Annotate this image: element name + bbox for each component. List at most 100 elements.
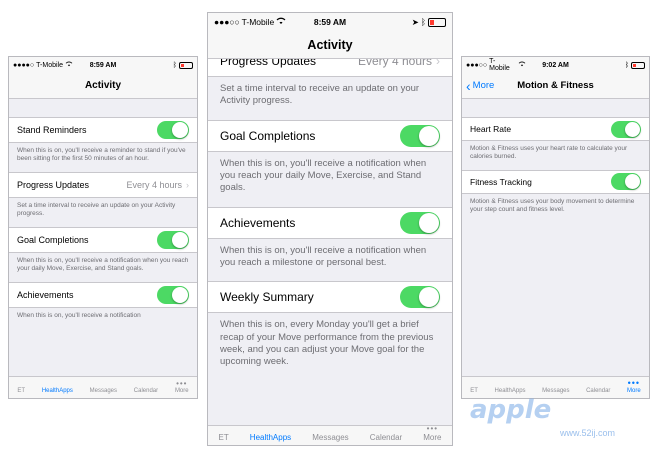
battery-icon [179, 61, 193, 69]
tab-calendar[interactable]: Calendar [370, 433, 402, 442]
achievements-row[interactable]: Achievements [9, 281, 197, 308]
tab-et[interactable]: ET [219, 433, 229, 442]
watermark-url: www.52ij.com [560, 428, 616, 438]
goal-completions-row[interactable]: Goal Completions [208, 119, 452, 152]
wifi-icon [518, 61, 526, 69]
row-label: Achievements [220, 215, 296, 230]
battery-icon [631, 61, 646, 69]
row-footer: When this is on, every Monday you'll get… [220, 319, 434, 368]
back-chevron-icon: ‹ [466, 77, 471, 94]
goal-completions-switch[interactable] [400, 124, 440, 147]
heart-rate-row[interactable]: Heart Rate [462, 117, 649, 141]
heart-rate-switch[interactable] [611, 120, 641, 138]
tab-messages[interactable]: Messages [312, 433, 348, 442]
row-footer: Set a time interval to receive an update… [220, 83, 420, 107]
row-label: Heart Rate [470, 124, 512, 134]
row-label: Stand Reminders [17, 125, 87, 135]
row-value: Every 4 hours [126, 179, 182, 190]
progress-updates-row[interactable]: Progress Updates Every 4 hours › [9, 171, 197, 198]
status-bar: ●●●○○ T-Mobile 8:59 AM ➤ ᛒ [208, 13, 452, 31]
fitness-tracking-row[interactable]: Fitness Tracking [462, 169, 649, 194]
tab-et[interactable]: ET [470, 388, 478, 394]
battery-icon [427, 17, 446, 27]
row-footer: When this is on, you'll receive a notifi… [17, 256, 189, 273]
goal-completions-row[interactable]: Goal Completions [9, 226, 197, 253]
navigation-bar: Activity [9, 73, 197, 99]
achievements-switch[interactable] [400, 211, 440, 234]
row-footer: When this is on, you'll receive a notifi… [220, 244, 427, 269]
tab-more[interactable]: ••• More [627, 378, 641, 394]
phone-screen-activity-left: ●●●●○ T-Mobile 8:59 AM ᛒ Activity Stand … [8, 56, 198, 399]
tab-more[interactable]: ••• More [175, 379, 189, 394]
settings-list: Stand Reminders When this is on, you'll … [9, 99, 197, 376]
tab-calendar[interactable]: Calendar [586, 388, 610, 394]
wifi-icon [65, 61, 73, 69]
carrier-name: T-Mobile [489, 58, 510, 72]
status-bar: ●●●○○ T-Mobile 9:02 AM ᛒ [462, 57, 649, 73]
settings-list: Progress Updates Every 4 hours › Set a ti… [208, 59, 452, 425]
signal-dots-icon: ●●●●○ [13, 61, 35, 69]
tab-bar: ET HealthApps Messages Calendar ••• More [208, 424, 452, 445]
tab-messages[interactable]: Messages [90, 388, 117, 394]
wifi-icon [276, 17, 286, 27]
row-footer: When this is on, you'll receive a notifi… [220, 157, 427, 194]
tab-bar: ET HealthApps Messages Calendar ••• More [9, 376, 197, 398]
tab-messages[interactable]: Messages [542, 388, 569, 394]
navigation-bar: ‹ More Motion & Fitness [462, 73, 649, 99]
row-label: Goal Completions [17, 234, 89, 245]
row-footer: Set a time interval to receive an update… [17, 201, 176, 218]
row-label: Fitness Tracking [470, 176, 532, 187]
stand-reminders-row[interactable]: Stand Reminders [9, 117, 197, 143]
row-label: Goal Completions [220, 128, 316, 143]
fitness-tracking-switch[interactable] [611, 173, 641, 191]
page-title: Motion & Fitness [517, 80, 594, 91]
phone-screen-motion-fitness: ●●●○○ T-Mobile 9:02 AM ᛒ ‹ More Motion & … [461, 56, 650, 399]
chevron-right-icon: › [436, 59, 440, 68]
phone-screen-activity-center: ●●●○○ T-Mobile 8:59 AM ➤ ᛒ Activity Prog… [207, 12, 453, 446]
more-dots-icon: ••• [426, 424, 439, 433]
location-arrow-icon: ➤ [411, 16, 419, 27]
tab-healthapps[interactable]: HealthApps [42, 388, 73, 394]
navigation-bar: Activity [208, 31, 452, 59]
more-dots-icon: ••• [627, 378, 641, 388]
stand-reminders-switch[interactable] [157, 121, 189, 139]
bluetooth-icon: ᛒ [624, 61, 630, 69]
tab-et[interactable]: ET [17, 388, 25, 394]
tab-healthapps[interactable]: HealthApps [250, 433, 291, 442]
signal-dots-icon: ●●●○○ [214, 17, 240, 27]
goal-completions-switch[interactable] [157, 230, 189, 249]
achievements-switch[interactable] [157, 285, 189, 304]
signal-dots-icon: ●●●○○ [466, 61, 488, 69]
back-button[interactable]: ‹ More [466, 78, 494, 94]
row-footer: When this is on, you'll receive a notifi… [17, 311, 141, 319]
settings-list: Heart Rate Motion & Fitness uses your he… [462, 99, 649, 376]
page-title: Activity [84, 80, 122, 91]
chevron-right-icon: › [186, 179, 189, 190]
row-footer: Motion & Fitness uses your heart rate to… [470, 145, 628, 161]
weekly-summary-row[interactable]: Weekly Summary [208, 281, 452, 314]
carrier-name: T-Mobile [36, 61, 63, 69]
status-time: 9:02 AM [542, 61, 569, 69]
row-label: Weekly Summary [220, 290, 314, 305]
row-label: Progress Updates [220, 59, 317, 68]
weekly-summary-switch[interactable] [400, 286, 440, 309]
progress-updates-row[interactable]: Progress Updates Every 4 hours › [208, 59, 452, 77]
row-label: Progress Updates [17, 179, 90, 190]
achievements-row[interactable]: Achievements [208, 206, 452, 239]
more-dots-icon: ••• [176, 379, 188, 388]
watermark-logo: apple [470, 395, 552, 425]
row-label: Achievements [17, 289, 74, 300]
row-footer: When this is on, you'll receive a remind… [17, 147, 186, 163]
status-bar: ●●●●○ T-Mobile 8:59 AM ᛒ [9, 57, 197, 73]
tab-more[interactable]: ••• More [423, 424, 441, 442]
status-time: 8:59 AM [313, 17, 347, 27]
carrier-name: T-Mobile [241, 17, 275, 27]
tab-healthapps[interactable]: HealthApps [495, 388, 526, 394]
tab-calendar[interactable]: Calendar [134, 388, 158, 394]
row-value: Every 4 hours [357, 59, 432, 68]
page-title: Activity [307, 37, 353, 52]
bluetooth-icon: ᛒ [420, 17, 426, 27]
row-footer: Motion & Fitness uses your body movement… [470, 197, 635, 214]
bluetooth-icon: ᛒ [172, 61, 177, 69]
status-time: 8:59 AM [89, 61, 117, 69]
